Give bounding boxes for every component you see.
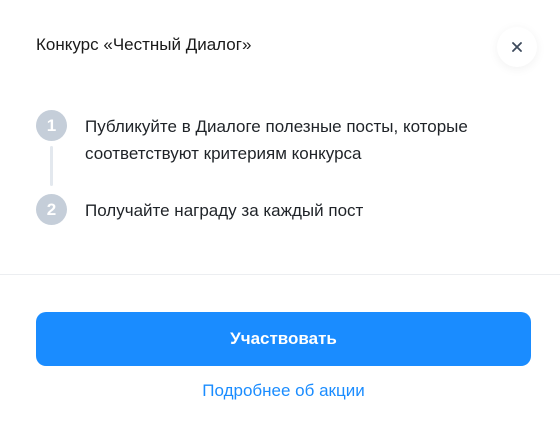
dialog-title: Конкурс «Честный Диалог»: [36, 35, 252, 54]
close-button[interactable]: [497, 27, 537, 67]
close-icon: [512, 42, 522, 52]
step-number: 1: [36, 110, 67, 141]
step-item: 1 Публикуйте в Диалоге полезные посты, к…: [36, 110, 515, 167]
step-text: Публикуйте в Диалоге полезные посты, кот…: [85, 117, 468, 163]
divider: [0, 274, 560, 275]
step-text: Получайте награду за каждый пост: [85, 201, 364, 220]
step-number: 2: [36, 194, 67, 225]
participate-button[interactable]: Участвовать: [36, 312, 531, 366]
step-item: 2 Получайте награду за каждый пост: [36, 194, 363, 225]
more-info-link[interactable]: Подробнее об акции: [36, 380, 531, 402]
contest-dialog: Конкурс «Честный Диалог» 1 Публикуйте в …: [0, 0, 560, 435]
